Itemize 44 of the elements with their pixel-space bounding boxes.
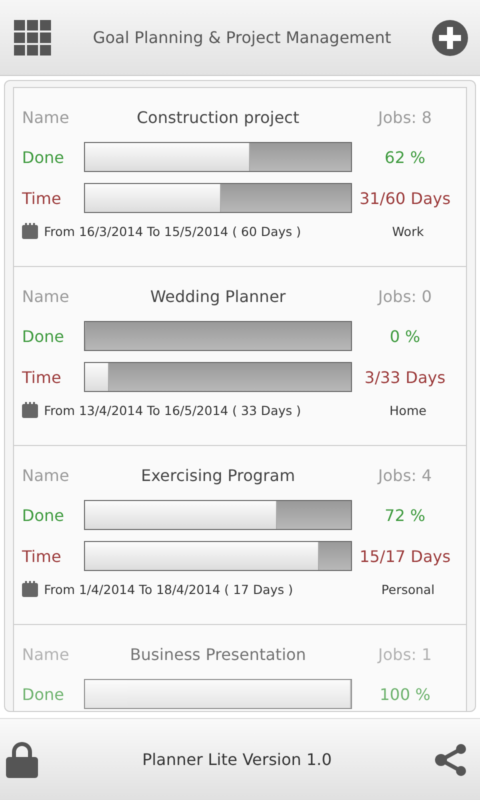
done-percent: 100 % [378,684,432,704]
version-label: Planner Lite Version 1.0 [141,750,333,769]
time-label: Time [22,368,62,386]
date-range: From 1/4/2014 To 18/4/2014 ( 17 Days ) [44,582,294,596]
time-days: 3/33 Days [352,368,458,386]
project-name: Exercising Program [140,466,296,484]
name-label: Name [22,286,70,306]
jobs-count: Jobs: 4 [376,466,433,484]
done-label: Done [22,148,66,166]
project-name: Wedding Planner [149,286,287,306]
project-name: Business Presentation [128,644,308,664]
time-days: 31/60 Days [352,188,458,208]
category-label: Home [388,402,428,418]
done-label: Done [22,506,66,524]
date-range: From 13/4/2014 To 16/5/2014 ( 33 Days ) [44,402,302,418]
date-range: From 16/3/2014 To 15/5/2014 ( 60 Days ) [44,224,302,238]
done-percent: 62 % [384,148,426,166]
project-card[interactable]: Name Wedding Planner Jobs: 0 Done 0 % Time 3/33 Days From 13/4/2014 To 16/5/2014 ( 33 Days ) Home [14,267,466,446]
calendar-icon [22,223,38,239]
time-days: 15/17 Days [352,546,458,566]
grid-menu-icon[interactable] [14,20,52,56]
project-card[interactable]: Name Exercising Program Jobs: 4 Done 72 % Time 15/17 Days From 1/4/2014 To 18/4/2014 ( 17 Days ) Personal [14,446,466,625]
category-label: Personal [380,582,436,596]
jobs-count: Jobs: 8 [376,108,433,126]
jobs-count: Jobs: 0 [376,286,433,306]
project-name: Construction project [136,108,300,126]
done-label: Done [22,326,66,346]
done-percent: 0 % [388,326,422,346]
jobs-count: Jobs: 1 [376,644,433,664]
time-label: Time [22,546,62,566]
done-label: Done [22,684,66,704]
add-icon[interactable] [432,20,468,56]
category-label: Work [391,224,425,238]
share-icon[interactable] [434,742,468,776]
name-label: Name [22,466,70,484]
done-percent: 72 % [384,506,426,524]
calendar-icon [22,402,38,418]
calendar-icon [22,581,38,597]
name-label: Name [22,644,70,664]
lock-icon[interactable] [4,742,40,778]
project-card[interactable]: Name Construction project Jobs: 8 Done 62 % Time 31/60 Days From 16/3/2014 To 15/5/2014 ( 60 Days ) Work [14,88,466,267]
time-label: Time [22,188,62,208]
app-title: Goal Planning & Project Management [92,28,392,47]
name-label: Name [22,108,70,126]
